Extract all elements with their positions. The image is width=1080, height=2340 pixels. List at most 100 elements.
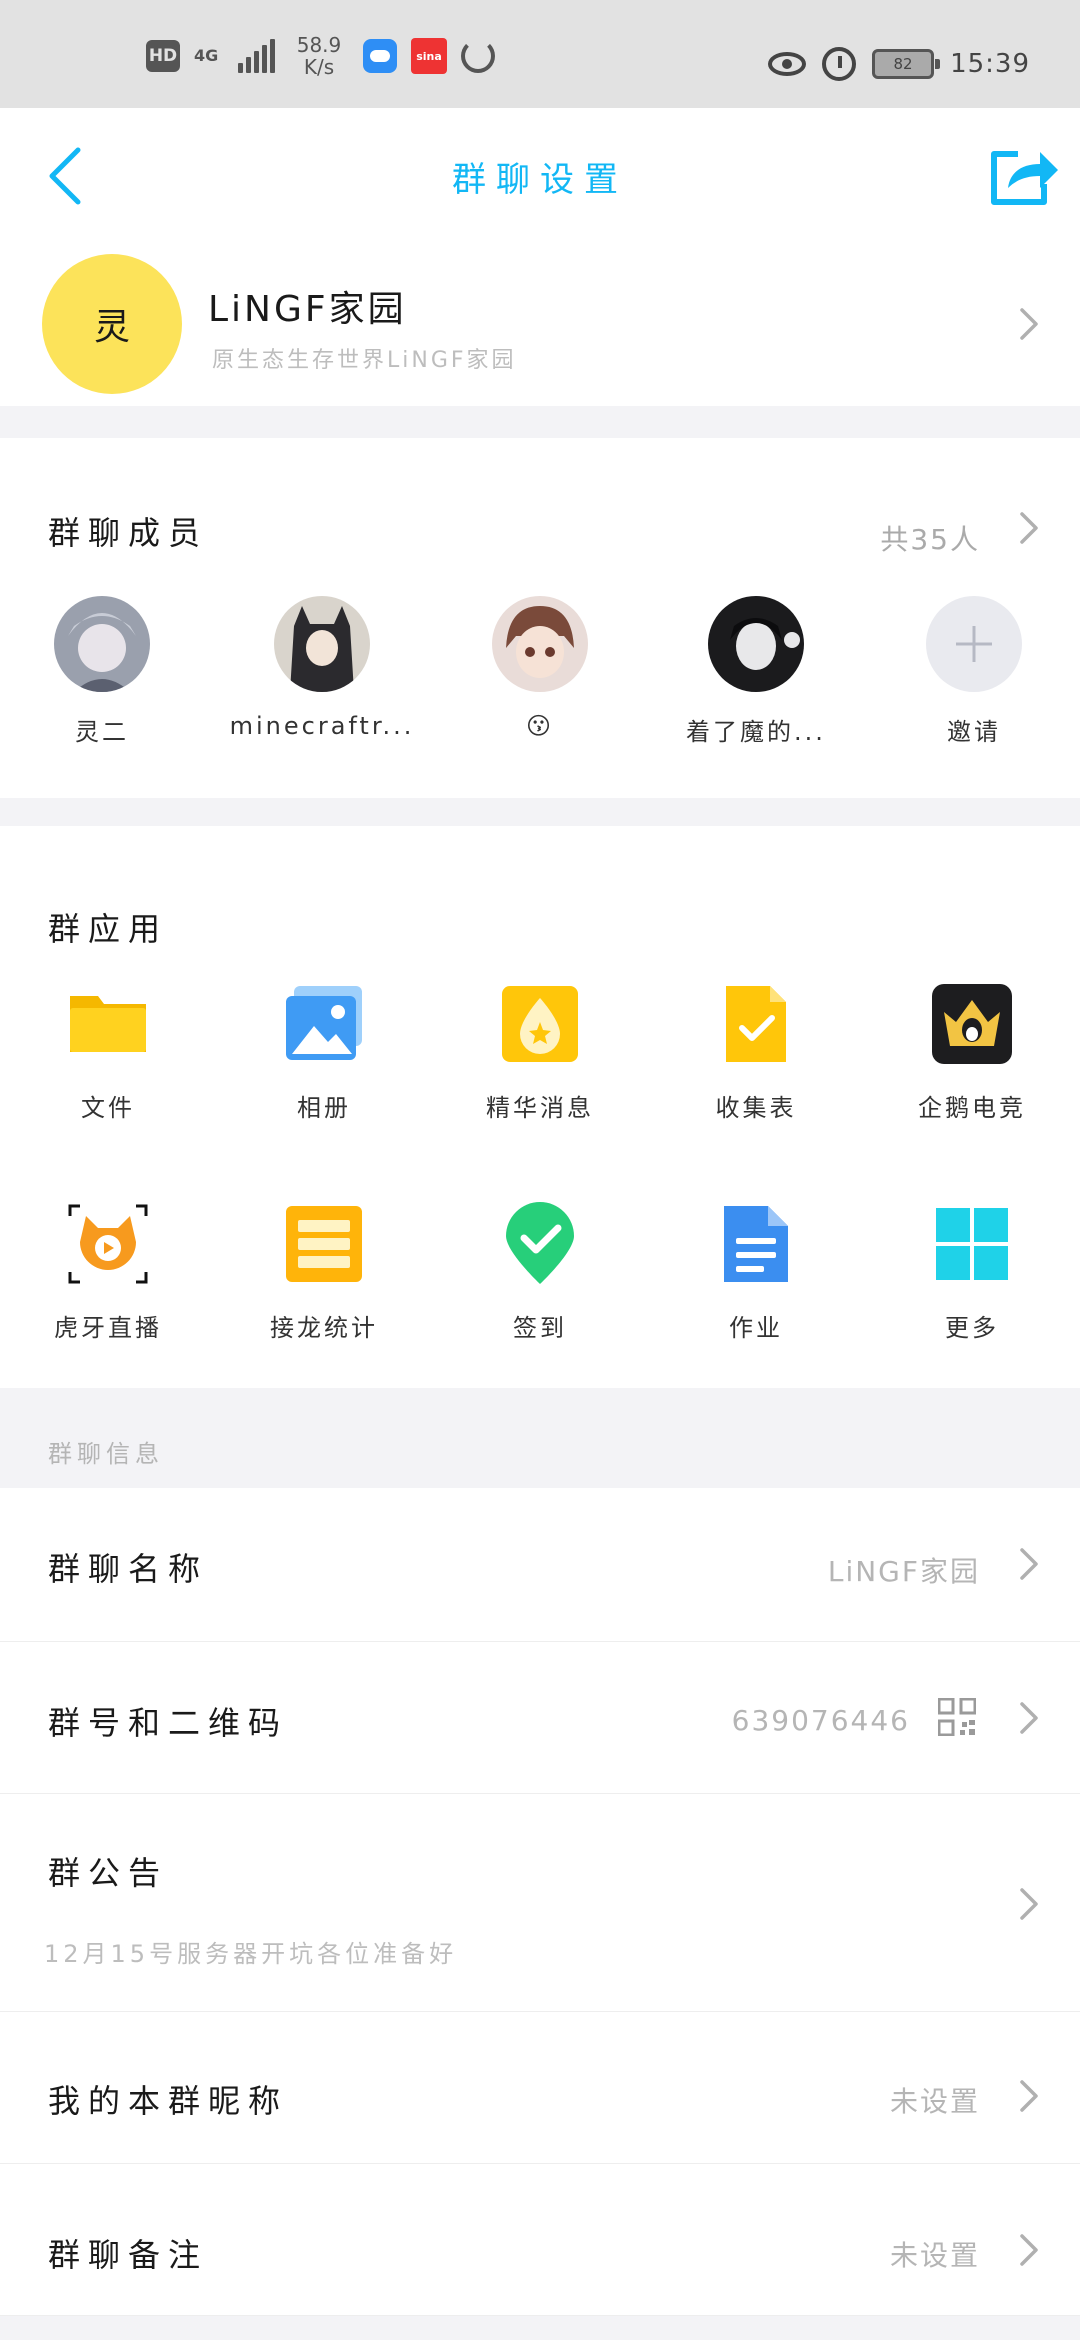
app-relay-stats[interactable]: 接龙统计 — [224, 1202, 424, 1343]
my-nickname-label: 我的本群昵称 — [48, 2082, 289, 2120]
chevron-right-icon — [1014, 1546, 1044, 1582]
group-number-label: 群号和二维码 — [48, 1704, 289, 1742]
member-item[interactable]: 着了魔的... — [656, 596, 856, 747]
app-check-in[interactable]: 签到 — [440, 1202, 640, 1343]
members-title: 群聊成员 — [48, 514, 209, 552]
group-name-value: LiNGF家园 — [827, 1555, 980, 1588]
sina-icon: sina — [411, 38, 447, 74]
app-featured-messages[interactable]: 精华消息 — [440, 982, 640, 1123]
clock: 15:39 — [950, 49, 1030, 79]
group-name-row[interactable]: 群聊名称 LiNGF家园 — [0, 1488, 1080, 1642]
signal-icon — [238, 39, 275, 73]
member-list: 灵二 minecraftr... 😗 着了魔的... 邀请 — [0, 596, 1080, 756]
info-header-label: 群聊信息 — [48, 1440, 164, 1468]
network-speed: 58.9 K/s — [289, 34, 349, 78]
member-name: minecraftr... — [229, 712, 415, 740]
group-notice-text: 12月15号服务器开坑各位准备好 — [44, 1940, 458, 1968]
app-label: 精华消息 — [486, 1094, 594, 1122]
group-notice-label: 群公告 — [48, 1854, 169, 1892]
section-divider — [0, 406, 1080, 438]
group-remark-row[interactable]: 群聊备注 未设置 — [0, 2164, 1080, 2316]
group-remark-label: 群聊备注 — [48, 2236, 209, 2274]
eye-icon — [768, 52, 807, 76]
member-item[interactable]: minecraftr... — [222, 596, 422, 740]
app-label: 企鹅电竞 — [918, 1094, 1026, 1122]
chevron-right-icon — [1014, 1700, 1044, 1736]
status-bar-right: 82 15:39 — [768, 44, 1030, 84]
member-avatar — [54, 596, 150, 692]
chevron-right-icon[interactable] — [1014, 510, 1044, 546]
app-penguin-esports[interactable]: 企鹅电竞 — [872, 982, 1072, 1123]
member-item[interactable]: 😗 — [440, 596, 640, 740]
loading-icon — [461, 39, 495, 73]
page-title: 群聊设置 — [452, 160, 628, 200]
app-more[interactable]: 更多 — [872, 1202, 1072, 1343]
collection-form-icon — [714, 982, 798, 1066]
network-speed-value: 58.9 — [296, 33, 342, 57]
app-label: 接龙统计 — [270, 1314, 378, 1342]
invite-member-button[interactable]: 邀请 — [874, 596, 1074, 747]
member-name: 😗 — [525, 712, 555, 740]
chevron-right-icon — [1014, 1886, 1044, 1922]
member-avatar — [492, 596, 588, 692]
my-nickname-row[interactable]: 我的本群昵称 未设置 — [0, 2012, 1080, 2164]
photo-album-icon — [282, 982, 366, 1066]
group-notice-row[interactable]: 群公告 12月15号服务器开坑各位准备好 — [0, 1794, 1080, 2012]
network-type: 4G — [194, 46, 219, 65]
share-icon — [991, 151, 1058, 205]
apps-title: 群应用 — [48, 910, 169, 948]
member-avatar — [708, 596, 804, 692]
member-avatar — [274, 596, 370, 692]
chevron-right-icon — [1014, 2078, 1044, 2114]
app-photo-album[interactable]: 相册 — [224, 982, 424, 1123]
group-number-row[interactable]: 群号和二维码 639076446 — [0, 1642, 1080, 1794]
battery-level: 82 — [893, 55, 913, 73]
member-name: 灵二 — [75, 718, 129, 746]
qr-code-icon[interactable] — [938, 1698, 976, 1736]
app-label: 更多 — [945, 1314, 999, 1342]
app-label: 作业 — [729, 1314, 783, 1342]
homework-icon — [714, 1202, 798, 1286]
app-collection-form[interactable]: 收集表 — [656, 982, 856, 1123]
sina-label: sina — [416, 49, 442, 63]
penguin-esports-icon — [930, 982, 1014, 1066]
battery-icon: 82 — [872, 49, 941, 79]
back-button[interactable] — [36, 144, 96, 208]
check-in-icon — [498, 1202, 582, 1286]
relay-stats-icon — [282, 1202, 366, 1286]
app-label: 签到 — [513, 1314, 567, 1342]
member-count[interactable]: 共35人 — [880, 518, 980, 558]
chevron-right-icon — [1014, 2232, 1044, 2268]
alarm-icon — [822, 47, 857, 81]
group-name: LiNGF家园 — [208, 289, 407, 330]
member-name: 着了魔的... — [686, 718, 826, 746]
section-divider — [0, 2316, 1080, 2340]
group-number-value: 639076446 — [731, 1704, 910, 1737]
featured-message-icon — [498, 982, 582, 1066]
group-name-label: 群聊名称 — [48, 1550, 209, 1588]
group-remark-value: 未设置 — [889, 2239, 980, 2272]
invite-label: 邀请 — [947, 718, 1001, 746]
app-label: 虎牙直播 — [54, 1314, 162, 1342]
folder-icon — [66, 982, 150, 1066]
app-label: 收集表 — [715, 1094, 797, 1122]
status-bar: HD 4G 58.9 K/s sina 82 15:39 — [0, 0, 1080, 108]
section-divider — [0, 798, 1080, 826]
app-homework[interactable]: 作业 — [656, 1202, 856, 1343]
chevron-right-icon — [1014, 306, 1044, 342]
hd-badge: HD — [146, 40, 180, 72]
cloud-icon — [363, 39, 397, 73]
apps-section: 群应用 文件 相册 精华消息 收集表 企鹅电竞 虎牙直播 接龙统计 签到 作业 … — [0, 826, 1080, 1388]
app-label: 相册 — [297, 1094, 351, 1122]
share-button[interactable] — [988, 144, 1060, 208]
member-item[interactable]: 灵二 — [2, 596, 202, 747]
group-profile-row[interactable]: 灵 LiNGF家园 原生态生存世界LiNGF家园 — [0, 240, 1080, 406]
huya-live-icon — [66, 1202, 150, 1286]
app-label: 文件 — [81, 1094, 135, 1122]
member-avatar — [926, 596, 1022, 692]
more-apps-icon — [930, 1202, 1014, 1286]
app-files[interactable]: 文件 — [8, 982, 208, 1123]
app-huya-live[interactable]: 虎牙直播 — [8, 1202, 208, 1343]
group-avatar: 灵 — [42, 254, 182, 394]
group-avatar-char: 灵 — [93, 307, 130, 348]
